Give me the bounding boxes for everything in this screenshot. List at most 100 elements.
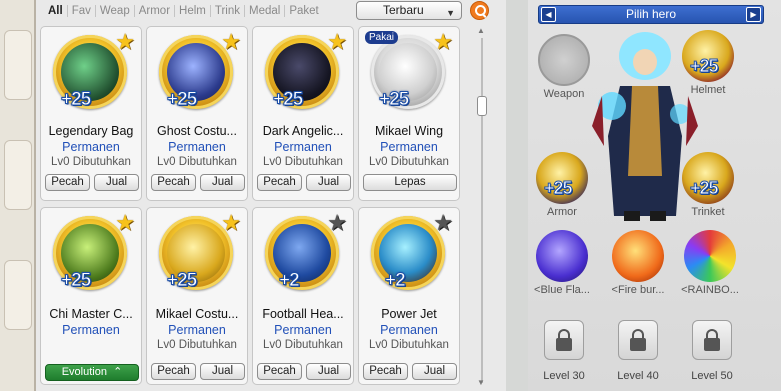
item-name: Legendary Bag: [48, 124, 134, 138]
side-tab: [4, 140, 32, 210]
sell-button[interactable]: Jual: [306, 363, 351, 380]
filter-package[interactable]: Paket: [285, 5, 322, 17]
lock-icon: [544, 320, 584, 360]
star-icon: ★: [327, 29, 347, 54]
locked-slot-level: Level 50: [691, 370, 733, 382]
sort-dropdown[interactable]: Terbaru ▼: [356, 1, 462, 20]
enhance-level: +25: [60, 89, 91, 111]
sell-button[interactable]: Jual: [412, 363, 457, 380]
item-requirement: Lv0 Dibutuhkan: [51, 156, 131, 168]
evolution-button[interactable]: Evolution ⌃: [45, 364, 139, 381]
scroll-up-icon[interactable]: ▲: [477, 26, 485, 35]
star-icon: ★: [115, 29, 135, 54]
filter-armor[interactable]: Armor: [135, 5, 176, 17]
item-card[interactable]: ★ +25 Ghost Costu... Permanen Lv0 Dibutu…: [146, 26, 248, 201]
trinket-slot[interactable]: +25 Trinket: [678, 152, 738, 218]
disassemble-button[interactable]: Pecah: [363, 363, 408, 380]
armor-icon: +25: [536, 152, 588, 204]
helmet-slot[interactable]: +25 Helmet: [678, 30, 738, 96]
panel-divider: [506, 0, 528, 391]
item-name: Ghost Costu...: [157, 124, 237, 138]
item-card[interactable]: ★ +25 Mikael Costu... Permanen Lv0 Dibut…: [146, 207, 248, 385]
side-tab: [4, 260, 32, 330]
pet-label: <Blue Fla...: [534, 284, 590, 296]
item-card[interactable]: Pakai ★ +25 Mikael Wing Permanen Lv0 Dib…: [358, 26, 460, 201]
armor-slot-label: Armor: [547, 206, 577, 218]
hero-panel: ◀ Pilih hero ▶ Weapon +25 Helmet +25 Arm…: [528, 0, 781, 391]
scroll-thumb[interactable]: [477, 96, 487, 116]
pet-label: <RAINBO...: [681, 284, 739, 296]
star-icon: ★: [115, 210, 135, 235]
armor-slot[interactable]: +25 Armor: [532, 152, 592, 218]
disassemble-button[interactable]: Pecah: [45, 174, 90, 191]
item-name: Dark Angelic...: [262, 124, 344, 138]
item-card[interactable]: ★ +25 Chi Master C... Permanen Evolution…: [40, 207, 142, 385]
item-card[interactable]: ★ +2 Football Hea... Permanen Lv0 Dibutu…: [252, 207, 354, 385]
scroll-down-icon[interactable]: ▼: [477, 378, 485, 387]
enhance-level: +25: [272, 89, 303, 111]
item-grid: ★ +25 Legendary Bag Permanen Lv0 Dibutuh…: [40, 24, 470, 391]
filter-medal[interactable]: Medal: [245, 5, 286, 17]
sell-button[interactable]: Jual: [306, 174, 351, 191]
item-card[interactable]: ★ +25 Legendary Bag Permanen Lv0 Dibutuh…: [40, 26, 142, 201]
item-name: Mikael Wing: [374, 124, 444, 138]
disassemble-button[interactable]: Pecah: [151, 363, 196, 380]
item-card[interactable]: ★ +25 Dark Angelic... Permanen Lv0 Dibut…: [252, 26, 354, 201]
pet-label: <Fire bur...: [611, 284, 665, 296]
unequip-button[interactable]: Lepas: [363, 174, 457, 191]
weapon-slot[interactable]: Weapon: [534, 34, 594, 100]
previous-hero-icon[interactable]: ◀: [541, 7, 556, 22]
locked-slot: Level 40: [608, 320, 668, 382]
next-hero-icon[interactable]: ▶: [746, 7, 761, 22]
star-icon: ★: [221, 210, 241, 235]
filter-all[interactable]: All: [44, 5, 68, 17]
enhance-level: +25: [166, 89, 197, 111]
item-duration: Permanen: [274, 323, 332, 337]
item-card[interactable]: ★ +2 Power Jet Permanen Lv0 Dibutuhkan P…: [358, 207, 460, 385]
disassemble-button[interactable]: Pecah: [257, 174, 302, 191]
side-tab: [4, 30, 32, 100]
disassemble-button[interactable]: Pecah: [151, 174, 196, 191]
disassemble-button[interactable]: Pecah: [257, 363, 302, 380]
item-duration: Permanen: [62, 140, 120, 154]
item-name: Mikael Costu...: [155, 307, 239, 321]
sell-button[interactable]: Jual: [200, 363, 245, 380]
pet-slot[interactable]: <Fire bur...: [608, 230, 668, 296]
filter-trinket[interactable]: Trink: [211, 5, 246, 17]
item-name: Football Hea...: [262, 307, 344, 321]
filter-weapon[interactable]: Weap: [96, 5, 135, 17]
enhance-level: +25: [690, 56, 720, 77]
pet-slot[interactable]: <RAINBO...: [680, 230, 740, 296]
item-requirement: Lv0 Dibutuhkan: [263, 156, 343, 168]
item-requirement: Lv0 Dibutuhkan: [369, 156, 449, 168]
trinket-slot-label: Trinket: [691, 206, 725, 218]
background-strip: [0, 0, 36, 391]
filter-fav[interactable]: Fav: [68, 5, 96, 17]
lock-icon: [618, 320, 658, 360]
star-icon: ★: [327, 210, 347, 235]
pet-slot[interactable]: <Blue Fla...: [532, 230, 592, 296]
sell-button[interactable]: Jual: [94, 174, 139, 191]
locked-slot-level: Level 40: [617, 370, 659, 382]
enhance-level: +25: [690, 178, 720, 199]
enhance-level: +2: [385, 270, 407, 292]
item-duration: Permanen: [168, 140, 226, 154]
weapon-slot-label: Weapon: [543, 88, 585, 100]
chevron-down-icon: ▼: [446, 8, 455, 18]
filter-helm[interactable]: Helm: [175, 5, 211, 17]
scroll-track: [481, 38, 483, 383]
star-icon: ★: [433, 29, 453, 54]
search-icon[interactable]: [470, 1, 489, 20]
item-duration: Permanen: [380, 323, 438, 337]
hero-selector-label: Pilih hero: [625, 7, 677, 21]
locked-slot: Level 30: [534, 320, 594, 382]
evolution-label: Evolution: [61, 366, 107, 378]
chevron-up-icon: ⌃: [110, 366, 123, 378]
locked-slot-level: Level 30: [543, 370, 585, 382]
sell-button[interactable]: Jual: [200, 174, 245, 191]
inventory-scrollbar[interactable]: ▲ ▼: [476, 26, 488, 391]
blue-flame-pet-icon: [536, 230, 588, 282]
inventory-panel: All Fav Weap Armor Helm Trink Medal Pake…: [36, 0, 506, 391]
item-requirement: Lv0 Dibutuhkan: [263, 339, 343, 351]
sort-value: Terbaru: [383, 3, 424, 17]
